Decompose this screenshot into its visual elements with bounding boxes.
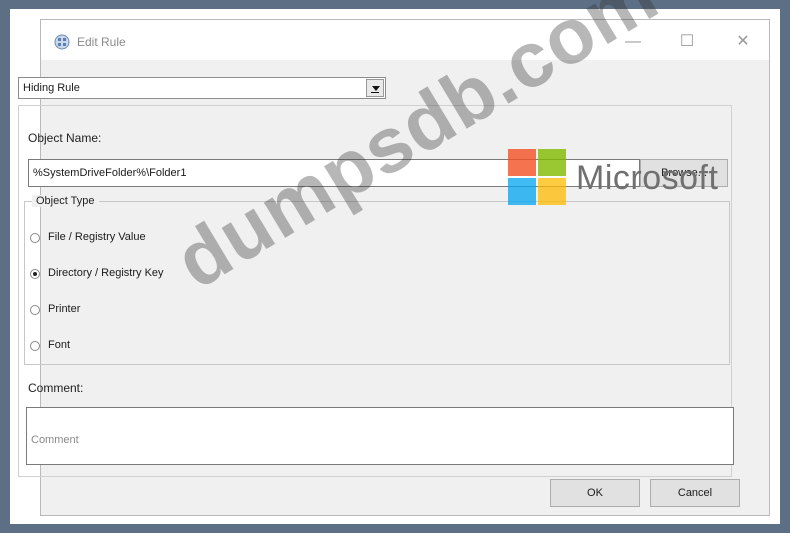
object-type-group <box>24 201 730 365</box>
logo-yellow-square <box>538 178 566 205</box>
dropdown-underline-icon <box>371 92 379 93</box>
cancel-button[interactable]: Cancel <box>650 479 740 507</box>
close-button[interactable]: ✕ <box>721 28 765 56</box>
radio-button-checked[interactable] <box>30 269 40 279</box>
app-icon <box>54 34 70 50</box>
logo-green-square <box>538 149 566 176</box>
rule-type-select[interactable]: Hiding Rule <box>18 77 386 99</box>
chevron-down-icon <box>372 86 380 91</box>
comment-textarea[interactable]: Comment <box>26 407 734 465</box>
comment-label: Comment: <box>28 381 84 395</box>
radio-label: File / Registry Value <box>48 231 146 243</box>
microsoft-wordmark: Microsoft <box>576 159 719 197</box>
maximize-button[interactable]: ☐ <box>665 28 709 56</box>
microsoft-logo-icon <box>508 149 568 207</box>
object-type-legend: Object Type <box>32 195 99 207</box>
radio-label: Font <box>48 339 71 351</box>
screenshot-frame: Edit Rule — ☐ ✕ Hiding Rule Object Name:… <box>10 0 780 524</box>
radio-button[interactable] <box>30 341 40 351</box>
radio-label: Directory / Registry Key <box>48 267 164 279</box>
minimize-button[interactable]: — <box>611 28 655 56</box>
radio-label: Printer <box>48 303 81 315</box>
object-name-value: %SystemDriveFolder%\Folder1 <box>33 167 187 179</box>
radio-button[interactable] <box>30 305 40 315</box>
logo-red-square <box>508 149 536 176</box>
rule-type-value: Hiding Rule <box>23 82 80 94</box>
radio-button[interactable] <box>30 233 40 243</box>
object-name-label: Object Name: <box>28 131 102 145</box>
comment-placeholder: Comment <box>31 434 79 446</box>
logo-blue-square <box>508 178 536 205</box>
window-title: Edit Rule <box>77 35 126 49</box>
title-bar: Edit Rule — ☐ ✕ <box>41 20 769 60</box>
ok-button[interactable]: OK <box>550 479 640 507</box>
dropdown-button[interactable] <box>366 79 384 97</box>
